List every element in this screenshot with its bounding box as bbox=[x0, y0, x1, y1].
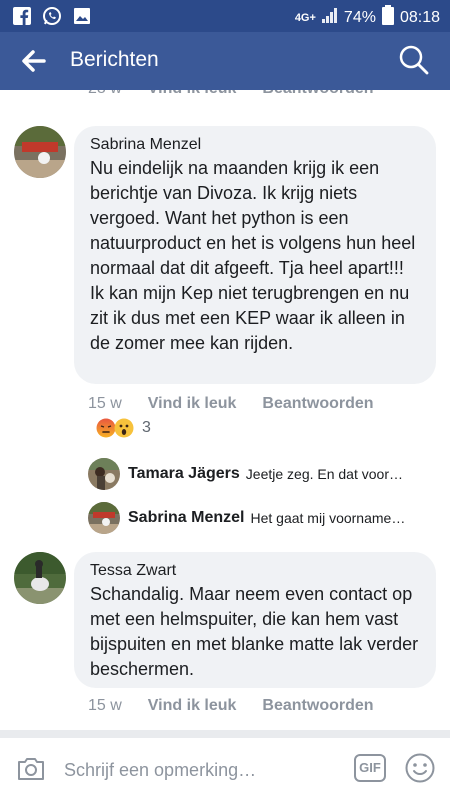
like-link[interactable]: Vind ik leuk bbox=[148, 697, 237, 715]
like-link[interactable]: Vind ik leuk bbox=[148, 90, 237, 98]
battery-icon bbox=[381, 5, 394, 30]
wow-icon bbox=[114, 418, 134, 438]
divider bbox=[0, 730, 450, 738]
reply-preview[interactable]: Tamara Jägers Jeetje zeg. En dat voor… bbox=[88, 458, 403, 490]
page-title: Berichten bbox=[70, 48, 159, 71]
gif-button[interactable]: GIF bbox=[354, 754, 386, 782]
reply-text: Het gaat mij voorname… bbox=[250, 510, 406, 526]
reply-link[interactable]: Beantwoorden bbox=[262, 395, 373, 413]
avatar[interactable] bbox=[88, 458, 120, 490]
comment-time: 15 w bbox=[88, 697, 122, 714]
avatar[interactable] bbox=[14, 126, 66, 178]
battery-percentage: 74% bbox=[343, 8, 376, 26]
comment-meta: 15 w Vind ik leuk Beantwoorden bbox=[88, 395, 400, 413]
reply-link[interactable]: Beantwoorden bbox=[262, 90, 373, 98]
avatar[interactable] bbox=[88, 502, 120, 534]
reply-author[interactable]: Sabrina Menzel bbox=[128, 509, 244, 527]
camera-icon[interactable] bbox=[16, 756, 46, 782]
app-bar: Berichten bbox=[0, 32, 450, 90]
comment-time: 28 w bbox=[88, 90, 122, 98]
status-bar: 4G+ 74% 08:18 bbox=[0, 0, 450, 32]
reply-text: Jeetje zeg. En dat voor… bbox=[245, 466, 403, 482]
comment-meta: 15 w Vind ik leuk Beantwoorden bbox=[88, 697, 400, 715]
emoji-icon[interactable] bbox=[404, 752, 436, 784]
reply-preview[interactable]: Sabrina Menzel Het gaat mij voorname… bbox=[88, 502, 405, 534]
whatsapp-icon bbox=[42, 6, 62, 26]
comment-text: Nu eindelijk na maanden krijg ik een ber… bbox=[90, 158, 416, 353]
clock: 08:18 bbox=[399, 8, 440, 26]
gallery-icon bbox=[72, 6, 92, 26]
comment-input[interactable] bbox=[64, 756, 334, 784]
avatar[interactable] bbox=[14, 552, 66, 604]
signal-icon bbox=[321, 7, 338, 28]
comment-composer: GIF bbox=[0, 738, 450, 800]
back-arrow-icon[interactable] bbox=[18, 46, 48, 76]
search-icon[interactable] bbox=[398, 44, 430, 76]
reaction-summary[interactable]: 3 bbox=[96, 418, 151, 438]
comment-bubble: Tessa Zwart Schandalig. Maar neem even c… bbox=[74, 552, 436, 688]
like-link[interactable]: Vind ik leuk bbox=[148, 395, 237, 413]
reply-link[interactable]: Beantwoorden bbox=[262, 697, 373, 715]
network-label: 4G+ bbox=[294, 11, 316, 24]
comment-author[interactable]: Sabrina Menzel bbox=[90, 136, 422, 154]
comment-text: Schandalig. Maar neem even contact op me… bbox=[90, 584, 419, 679]
comment-time: 15 w bbox=[88, 395, 122, 412]
partial-comment-meta: 28 w Vind ik leuk Beantwoorden bbox=[88, 90, 400, 98]
facebook-icon bbox=[12, 6, 32, 26]
angry-icon bbox=[96, 418, 116, 438]
comment-feed[interactable]: 28 w Vind ik leuk Beantwoorden Sabrina M… bbox=[0, 90, 450, 730]
reply-author[interactable]: Tamara Jägers bbox=[128, 465, 240, 483]
comment-bubble: Sabrina Menzel Nu eindelijk na maanden k… bbox=[74, 126, 436, 384]
comment-author[interactable]: Tessa Zwart bbox=[90, 562, 422, 580]
reaction-count: 3 bbox=[142, 419, 151, 436]
